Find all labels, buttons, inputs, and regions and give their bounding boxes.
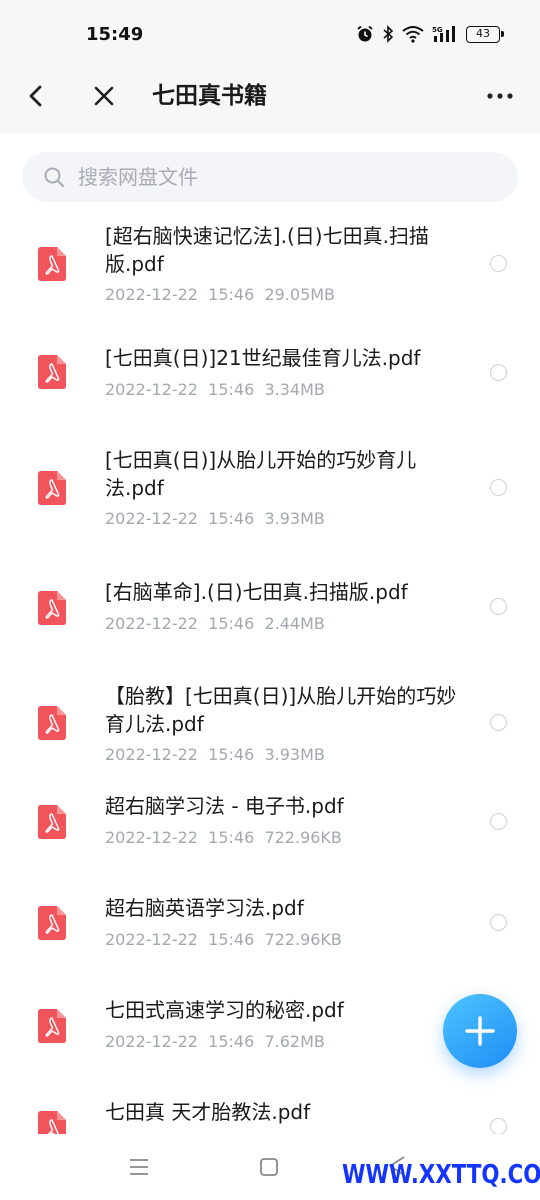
pdf-icon <box>38 706 66 740</box>
status-bar: 15:49 5G 43 <box>0 0 540 58</box>
pdf-icon <box>38 591 66 625</box>
file-name: 七田式高速学习的秘密.pdf <box>105 998 344 1022</box>
select-checkbox[interactable] <box>490 598 507 615</box>
file-date: 2022-12-22 <box>105 1032 198 1051</box>
home-button[interactable] <box>258 1156 280 1178</box>
pdf-icon <box>38 355 66 389</box>
file-date: 2022-12-22 <box>105 930 198 949</box>
header: 七田真书籍 <box>0 58 540 134</box>
file-date: 2022-12-22 <box>105 380 198 399</box>
pdf-icon <box>38 1009 66 1043</box>
file-meta: 2022-12-22 15:46 3.34MB <box>105 380 325 399</box>
file-size: 2.44MB <box>264 614 325 633</box>
file-name: 七田真 天才胎教法.pdf <box>105 1100 311 1124</box>
file-name: 超右脑学习法 - 电子书.pdf <box>105 794 344 818</box>
file-meta: 2022-12-22 15:46 3.93MB <box>105 745 325 764</box>
bluetooth-icon <box>383 25 394 43</box>
select-checkbox[interactable] <box>490 914 507 931</box>
status-time: 15:49 <box>86 24 144 45</box>
file-meta: 2022-12-22 15:46 7.62MB <box>105 1032 325 1051</box>
list-item[interactable]: 超右脑学习法 - 电子书.pdf 2022-12-22 15:46 722.96… <box>0 784 540 886</box>
signal-5g-icon: 5G <box>432 26 455 42</box>
select-checkbox[interactable] <box>490 714 507 731</box>
list-item[interactable]: [七田真(日)]从胎儿开始的巧妙育儿法.pdf 2022-12-22 15:46… <box>0 434 540 554</box>
page-title: 七田真书籍 <box>152 83 267 109</box>
file-name: [七田真(日)]从胎儿开始的巧妙育儿法.pdf <box>105 448 417 500</box>
file-date: 2022-12-22 <box>105 509 198 528</box>
file-name: [右脑革命].(日)七田真.扫描版.pdf <box>105 580 408 604</box>
list-item[interactable]: 七田真 天才胎教法.pdf <box>0 1090 540 1134</box>
file-time: 15:46 <box>208 745 255 764</box>
list-item[interactable]: [右脑革命].(日)七田真.扫描版.pdf 2022-12-22 15:46 2… <box>0 554 540 666</box>
watermark-text: WWW.XXTTQ.COM <box>342 1160 540 1190</box>
file-time: 15:46 <box>208 614 255 633</box>
back-button[interactable] <box>20 80 52 112</box>
file-meta: 2022-12-22 15:46 722.96KB <box>105 930 342 949</box>
file-name: [七田真(日)]21世纪最佳育儿法.pdf <box>105 346 421 370</box>
svg-text:5G: 5G <box>432 26 443 34</box>
select-checkbox[interactable] <box>490 813 507 830</box>
file-size: 7.62MB <box>264 1032 325 1051</box>
more-button[interactable] <box>484 80 516 112</box>
file-date: 2022-12-22 <box>105 828 198 847</box>
status-icons: 5G 43 <box>356 22 504 46</box>
pdf-icon <box>38 1111 66 1134</box>
file-meta: 2022-12-22 15:46 2.44MB <box>105 614 325 633</box>
close-button[interactable] <box>88 80 120 112</box>
select-checkbox[interactable] <box>490 1118 507 1134</box>
select-checkbox[interactable] <box>490 479 507 496</box>
file-date: 2022-12-22 <box>105 285 198 304</box>
file-time: 15:46 <box>208 930 255 949</box>
list-item[interactable]: [超右脑快速记忆法].(日)七田真.扫描版.pdf 2022-12-22 15:… <box>0 210 540 318</box>
pdf-icon <box>38 247 66 281</box>
alarm-icon <box>357 25 373 42</box>
file-name: 超右脑英语学习法.pdf <box>105 896 304 920</box>
search-box[interactable] <box>22 152 518 202</box>
add-button[interactable] <box>443 994 517 1068</box>
search-input[interactable] <box>78 152 498 202</box>
file-size: 29.05MB <box>264 285 336 304</box>
wifi-icon <box>402 26 424 43</box>
pdf-icon <box>38 805 66 839</box>
file-name: 【胎教】[七田真(日)]从胎儿开始的巧妙育儿法.pdf <box>105 684 457 736</box>
list-item[interactable]: 超右脑英语学习法.pdf 2022-12-22 15:46 722.96KB <box>0 886 540 988</box>
file-time: 15:46 <box>208 380 255 399</box>
file-date: 2022-12-22 <box>105 745 198 764</box>
file-time: 15:46 <box>208 828 255 847</box>
file-date: 2022-12-22 <box>105 614 198 633</box>
list-item[interactable]: 【胎教】[七田真(日)]从胎儿开始的巧妙育儿法.pdf 2022-12-22 1… <box>0 666 540 784</box>
file-size: 3.93MB <box>264 745 325 764</box>
select-checkbox[interactable] <box>490 364 507 381</box>
file-meta: 2022-12-22 15:46 3.93MB <box>105 509 325 528</box>
file-list: [超右脑快速记忆法].(日)七田真.扫描版.pdf 2022-12-22 15:… <box>0 210 540 1134</box>
file-size: 722.96KB <box>264 930 342 949</box>
file-name: [超右脑快速记忆法].(日)七田真.扫描版.pdf <box>105 224 429 276</box>
battery-icon: 43 <box>466 25 504 43</box>
file-time: 15:46 <box>208 509 255 528</box>
file-size: 722.96KB <box>264 828 342 847</box>
select-checkbox[interactable] <box>490 255 507 272</box>
file-meta: 2022-12-22 15:46 722.96KB <box>105 828 342 847</box>
pdf-icon <box>38 471 66 505</box>
search-icon <box>44 167 65 188</box>
list-item[interactable]: [七田真(日)]21世纪最佳育儿法.pdf 2022-12-22 15:46 3… <box>0 318 540 434</box>
file-size: 3.34MB <box>264 380 325 399</box>
pdf-icon <box>38 906 66 940</box>
plus-icon <box>465 1016 495 1046</box>
recent-apps-button[interactable] <box>128 1156 150 1178</box>
file-time: 15:46 <box>208 1032 255 1051</box>
file-time: 15:46 <box>208 285 255 304</box>
file-size: 3.93MB <box>264 509 325 528</box>
file-meta: 2022-12-22 15:46 29.05MB <box>105 285 335 304</box>
